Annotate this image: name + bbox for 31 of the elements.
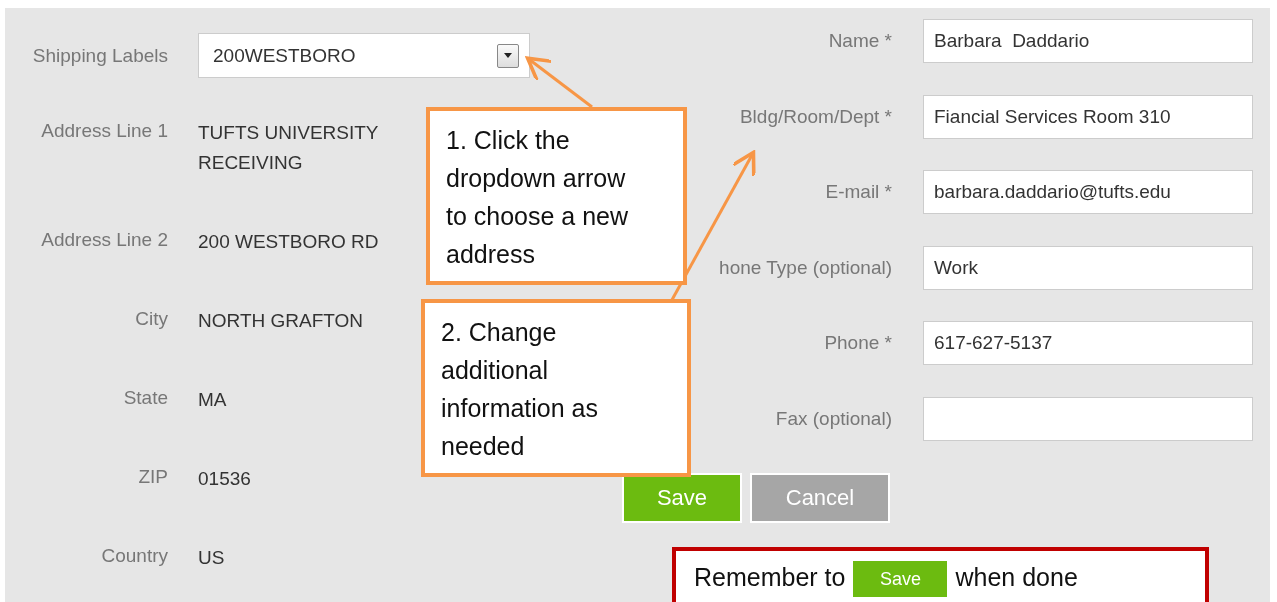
field-label: Shipping Labels <box>31 43 168 68</box>
field-label: Fax (optional) <box>774 407 892 430</box>
callout-arrow <box>525 56 593 109</box>
field-value: 01536 <box>198 467 252 491</box>
field-value: 200 WESTBORO RD <box>198 230 380 254</box>
field-label: Name * <box>827 30 892 52</box>
field-label: E-mail * <box>824 181 892 203</box>
input-field[interactable]: barbara.daddario@tufts.edu <box>923 170 1253 214</box>
field-label: ZIP <box>137 465 168 489</box>
field-label: Country <box>100 544 168 568</box>
callout-note: 1. Click the dropdown arrow to choose a new address <box>426 107 687 285</box>
reminder-text: when done <box>955 562 1078 593</box>
input-field[interactable]: Work <box>923 245 1253 290</box>
input-field[interactable]: 617-627-5137 <box>923 321 1253 365</box>
input-field[interactable]: Barbara Daddario <box>923 19 1253 63</box>
field-label: Address Line 2 <box>40 228 168 252</box>
field-value: NORTH GRAFTON <box>198 309 365 333</box>
field-label: State <box>122 386 168 410</box>
field-label: Bldg/Room/Dept * <box>738 105 892 128</box>
shipping-label-dropdown[interactable]: 200WESTBORO <box>198 33 530 78</box>
field-value: MA <box>198 388 228 412</box>
reminder-text: Remember to <box>694 562 846 593</box>
input-field[interactable]: Fiancial Services Room 310 <box>923 94 1253 139</box>
callout-note: 2. Change additional information as needed <box>421 299 691 477</box>
field-label: Address Line 1 <box>40 119 168 143</box>
field-label: City <box>134 307 168 331</box>
field-value: US <box>198 546 226 570</box>
input-field[interactable] <box>923 396 1253 441</box>
field-label: hone Type (optional) <box>718 256 892 279</box>
field-label: Phone * <box>823 332 892 354</box>
field-value: TUFTS UNIVERSITY RECEIVING <box>198 121 380 175</box>
